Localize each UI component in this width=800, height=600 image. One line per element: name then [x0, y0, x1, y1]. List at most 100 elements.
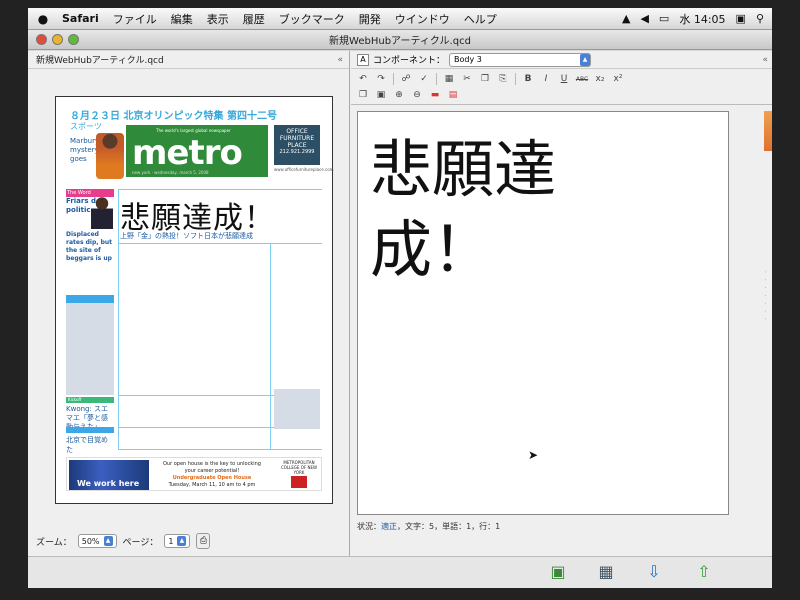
zoom-select[interactable]: 50% ▲ [77, 534, 117, 548]
left-column: The Word Friars do politic... Displaced … [66, 189, 114, 263]
user-menu-icon[interactable]: ▣ [736, 12, 746, 25]
college-name: METROPOLITAN COLLEGE OF NEW YORK [280, 460, 318, 475]
toolbar-separator [515, 73, 516, 85]
menubar-status-area: ▲ ◀ ▭ 水 14:05 ▣ ⚲ [622, 11, 764, 27]
kwong-section-tag: Kickoff [66, 397, 114, 403]
menu-view[interactable]: 表示 [207, 11, 229, 27]
menu-file[interactable]: ファイル [113, 11, 157, 27]
toolbar-separator [436, 73, 437, 85]
grid-line [270, 243, 271, 449]
wifi-icon[interactable]: ▲ [622, 12, 630, 25]
sports-label: スポーツ [70, 122, 102, 131]
print-icon[interactable]: ⎙ [196, 533, 211, 549]
apple-icon[interactable]: ● [36, 12, 50, 26]
zoom-label: ズーム： [36, 537, 72, 548]
displaced-story: Displaced rates dip, but the site of beg… [66, 231, 113, 262]
battery-icon[interactable]: ▭ [659, 12, 669, 25]
menu-history[interactable]: 履歴 [243, 11, 265, 27]
grid-line [118, 427, 274, 428]
upload-cancel-icon[interactable]: ⇧ [692, 560, 716, 584]
status-line: 状況：適正，文字：5，単語：1，行：1 [357, 521, 500, 532]
chevron-down-icon: ▲ [580, 53, 591, 66]
component-select[interactable]: Body 3 ▲ [449, 52, 592, 67]
masthead-line: ８月２３日 北京オリンピック特集 第四十二号 [70, 111, 277, 122]
search-icon[interactable]: ⚲ [756, 12, 764, 25]
section-bar [66, 295, 114, 303]
status-ok: 適正 [381, 522, 397, 531]
metro-date: new york · wednesday, march 5, 2008 [132, 170, 209, 175]
beijing-section-tag [66, 427, 114, 433]
menubar: ● Safari ファイル 編集 表示 履歴 ブックマーク 開発 ウインドウ ヘ… [28, 8, 772, 30]
ad-line1: Our open house is the key to unlocking y… [163, 461, 261, 474]
ad-caption: We work here [77, 479, 140, 488]
collapse-right-icon[interactable]: « [762, 55, 768, 65]
insert-object-icon[interactable]: ❒ [357, 89, 369, 101]
volume-icon[interactable]: ◀ [640, 12, 648, 25]
office-phone: 212.921.2999 [279, 149, 315, 155]
remove-format-icon[interactable]: ▤ [447, 89, 459, 101]
redo-icon[interactable]: ↷ [375, 73, 387, 85]
metro-logo: The world's largest global newspaper met… [126, 125, 268, 177]
preview-subhead: 上野「金」の熱投！ソフト日本が悲願達成 [120, 232, 253, 240]
find-icon[interactable]: ☍ [400, 73, 412, 85]
table-icon[interactable]: ▦ [443, 73, 455, 85]
highlight-icon[interactable]: ▬ [429, 89, 441, 101]
menu-edit[interactable]: 編集 [171, 11, 193, 27]
underline-button[interactable]: U [558, 73, 570, 85]
strikethrough-button[interactable]: ABC [576, 73, 588, 85]
preview-header: 新規WebHubアーティクル.qcd « [28, 51, 349, 69]
preview-footer: ズーム： 50% ▲ ページ： 1 ▲ ⎙ [28, 526, 349, 556]
status-prefix: 状況： [357, 522, 381, 531]
preview-page-icon[interactable]: ▣ [546, 560, 570, 584]
bottom-toolbar: ▣ ▦ ⇩ ⇧ [28, 556, 772, 588]
newspaper-page-preview[interactable]: ８月２３日 北京オリンピック特集 第四十二号 スポーツ Marbury myst… [55, 96, 334, 504]
page-value: 1 [168, 536, 174, 546]
office-url: www.officefurnitureplace.com [274, 167, 334, 172]
grid-line [118, 189, 119, 449]
player-photo [96, 133, 124, 179]
copy-icon[interactable]: ❐ [479, 73, 491, 85]
text-editor[interactable]: 悲願達成！ ➤ [357, 111, 729, 515]
download-icon[interactable]: ⇩ [642, 560, 666, 584]
office-title: OFFICE [286, 128, 308, 135]
menu-window[interactable]: ウインドウ [395, 11, 450, 27]
layout-icon[interactable]: ▦ [594, 560, 618, 584]
italic-button[interactable]: I [540, 73, 552, 85]
paste-icon[interactable]: ⎘ [497, 73, 509, 85]
undo-icon[interactable]: ↶ [357, 73, 369, 85]
clock[interactable]: 水 14:05 [679, 11, 725, 27]
grid-line [118, 243, 322, 244]
menu-app-safari[interactable]: Safari [62, 12, 99, 25]
component-row: A コンポーネント： Body 3 ▲ « [351, 51, 772, 69]
format-toolbar: ↶ ↷ ☍ ✓ ▦ ✂ ❐ ⎘ B I U ABC x₂ x² ❒ ▣ ⊕ ⊖ … [351, 69, 772, 105]
menu-develop[interactable]: 開発 [359, 11, 381, 27]
zoom-out-icon[interactable]: ⊖ [411, 89, 423, 101]
college-ad-banner: We work here Our open house is the key t… [66, 457, 322, 491]
subscript-button[interactable]: x₂ [594, 73, 606, 85]
college-mark-icon [291, 476, 307, 488]
bold-button[interactable]: B [522, 73, 534, 85]
college-logo: METROPOLITAN COLLEGE OF NEW YORK [279, 460, 319, 489]
beijing-story: 北京で目覚めた [66, 436, 108, 454]
scroll-indicator[interactable] [764, 111, 772, 151]
superscript-button[interactable]: x² [612, 73, 624, 85]
spellcheck-icon[interactable]: ✓ [418, 73, 430, 85]
cut-icon[interactable]: ✂ [461, 73, 473, 85]
chevron-down-icon: ▲ [103, 536, 113, 546]
page-select[interactable]: 1 ▲ [164, 534, 191, 548]
text-style-icon[interactable]: A [357, 53, 369, 66]
zoom-in-icon[interactable]: ⊕ [393, 89, 405, 101]
ad-photo: We work here [69, 460, 149, 490]
editor-content[interactable]: 悲願達成！ [370, 130, 620, 290]
collapse-left-icon[interactable]: « [337, 55, 343, 65]
menu-help[interactable]: ヘルプ [464, 11, 497, 27]
status-counts: ，文字：5，単語：1，行：1 [397, 522, 501, 531]
grid-line [118, 395, 274, 396]
metro-wordmark: metro [132, 133, 243, 173]
placeholder-block-right [274, 389, 320, 429]
window-titlebar: 新規WebHubアーティクル.qcd [28, 30, 772, 50]
menu-bookmarks[interactable]: ブックマーク [279, 11, 345, 27]
insert-image-icon[interactable]: ▣ [375, 89, 387, 101]
office-ad: OFFICE FURNITURE PLACE 212.921.2999 [274, 125, 320, 165]
toolbar-row-1: ↶ ↷ ☍ ✓ ▦ ✂ ❐ ⎘ B I U ABC x₂ x² [357, 71, 766, 87]
